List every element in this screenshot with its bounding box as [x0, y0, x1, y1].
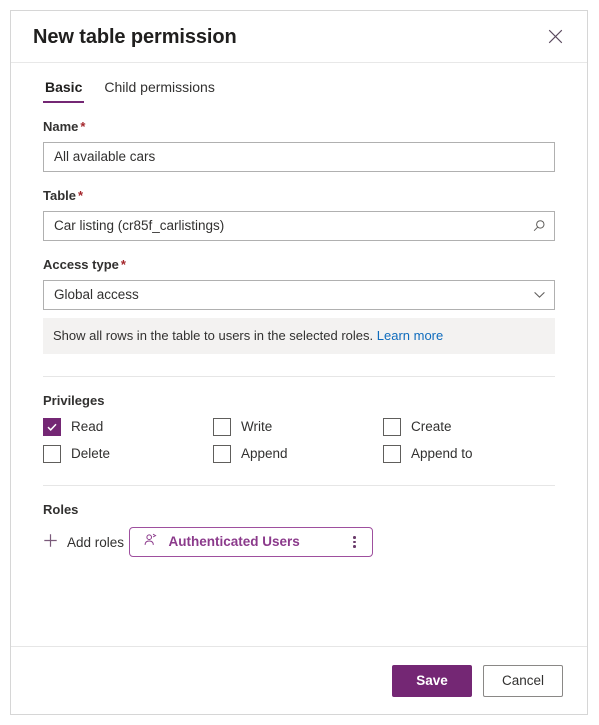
plus-icon: [43, 533, 58, 553]
tab-child-permissions[interactable]: Child permissions: [102, 78, 216, 103]
privilege-create-checkbox[interactable]: [383, 418, 401, 437]
more-vertical-icon[interactable]: [346, 531, 364, 553]
close-button[interactable]: [541, 23, 569, 51]
page-title: New table permission: [33, 25, 237, 48]
chevron-down-icon[interactable]: [524, 281, 554, 309]
access-type-field-group: Access type* Show all rows in the table …: [43, 257, 555, 355]
table-input[interactable]: [43, 210, 555, 241]
privilege-delete[interactable]: Delete: [43, 445, 213, 464]
new-table-permission-dialog: New table permission Basic Child permiss…: [10, 10, 588, 715]
learn-more-link[interactable]: Learn more: [377, 328, 443, 343]
table-label-text: Table: [43, 187, 76, 203]
close-icon: [548, 29, 563, 44]
add-roles-label: Add roles: [67, 534, 125, 550]
privilege-read-label: Read: [71, 419, 104, 435]
access-type-select-wrapper: [43, 279, 555, 310]
table-field-group: Table *: [43, 188, 555, 241]
access-type-info-bar: Show all rows in the table to users in t…: [43, 317, 555, 355]
privilege-write-checkbox[interactable]: [213, 418, 231, 437]
tab-bar: Basic Child permissions: [11, 63, 587, 104]
role-chip-authenticated-users[interactable]: Authenticated Users: [128, 527, 373, 558]
privileges-divider: [43, 376, 555, 378]
privilege-delete-checkbox[interactable]: [43, 445, 61, 464]
name-label-text: Name: [43, 119, 79, 134]
privilege-append-to[interactable]: Append to: [383, 445, 555, 464]
privilege-write-label: Write: [241, 419, 273, 435]
privilege-append-label: Append: [241, 446, 288, 462]
search-icon[interactable]: [524, 212, 554, 240]
screen-root: New table permission Basic Child permiss…: [0, 0, 599, 725]
tab-basic[interactable]: Basic: [43, 78, 85, 104]
privilege-write[interactable]: Write: [213, 418, 383, 437]
access-type-info-text: Show all rows in the table to users in t…: [53, 327, 374, 343]
dialog-header: New table permission: [11, 11, 587, 63]
dialog-footer: Save Cancel: [11, 646, 587, 714]
name-required-marker: *: [80, 119, 86, 134]
table-input-wrapper: [43, 210, 555, 241]
table-required-marker: *: [78, 187, 84, 203]
privilege-read-checkbox[interactable]: [43, 418, 61, 437]
dialog-body: Name* Table*: [11, 103, 587, 646]
privilege-append-to-checkbox[interactable]: [383, 445, 401, 464]
privilege-append-checkbox[interactable]: [213, 445, 231, 464]
roles-title: Roles: [43, 502, 79, 518]
person-icon: [142, 532, 158, 553]
tab-basic-label: Basic: [45, 78, 83, 95]
privilege-read[interactable]: Read: [43, 418, 213, 437]
privileges-title: Privileges: [43, 393, 105, 409]
cancel-button[interactable]: Cancel: [483, 664, 563, 697]
privilege-append-to-label: Append to: [411, 446, 473, 462]
role-chip-label: Authenticated Users: [168, 534, 300, 550]
table-label: Table *: [43, 188, 555, 205]
add-roles-button[interactable]: Add roles: [43, 531, 124, 555]
privilege-append[interactable]: Append: [213, 445, 383, 464]
name-input[interactable]: [43, 141, 555, 172]
privilege-create[interactable]: Create: [383, 418, 555, 437]
privilege-create-label: Create: [411, 419, 452, 435]
name-field-group: Name *: [43, 119, 555, 172]
access-type-label-text: Access type: [43, 256, 119, 272]
roles-divider: [43, 485, 555, 487]
privilege-delete-label: Delete: [71, 446, 111, 462]
name-label: Name *: [43, 119, 555, 136]
access-type-select[interactable]: [43, 279, 555, 310]
access-type-label: Access type *: [43, 257, 555, 274]
access-type-required-marker: *: [120, 256, 126, 272]
tab-child-permissions-label: Child permissions: [104, 78, 215, 95]
privileges-grid: Read Write Create Delete Append Append t…: [43, 418, 555, 464]
save-button[interactable]: Save: [392, 664, 472, 697]
